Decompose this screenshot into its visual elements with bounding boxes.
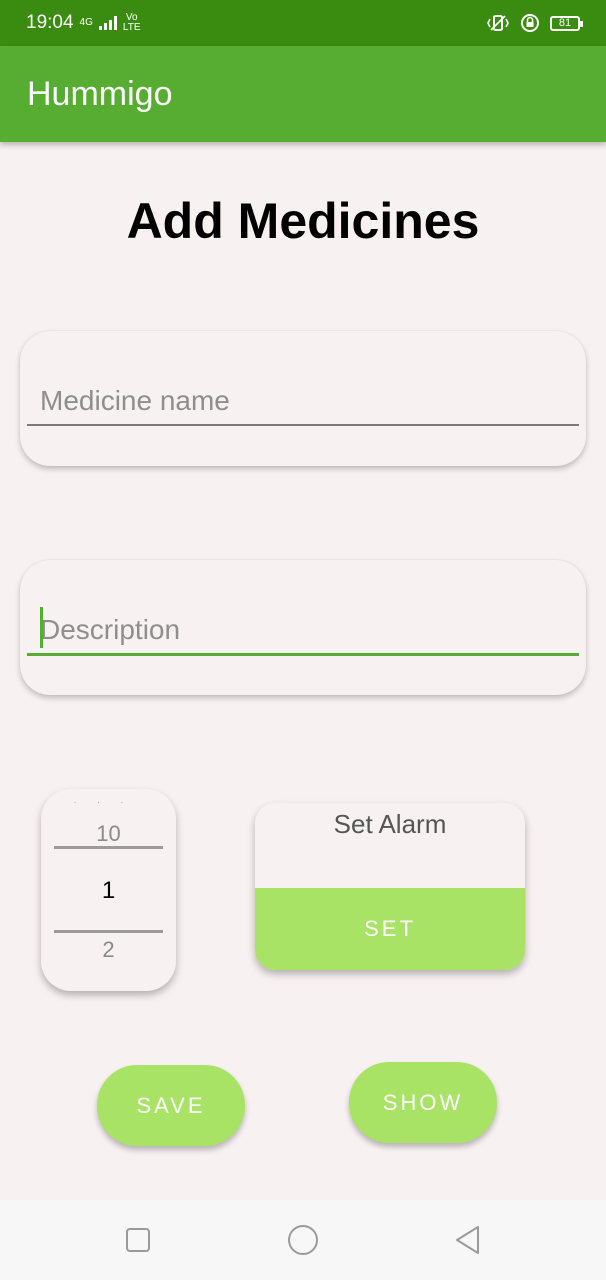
text-cursor (40, 607, 43, 648)
page-title: Add Medicines (126, 193, 480, 249)
description-input[interactable] (27, 606, 579, 654)
picker-divider-bottom (54, 930, 163, 933)
signal-icon (98, 16, 117, 30)
app-bar: Hummigo (0, 46, 606, 142)
triangle-back-icon[interactable] (454, 1224, 482, 1256)
set-alarm-label: Set Alarm (333, 809, 447, 839)
save-button[interactable]: SAVE (97, 1065, 245, 1146)
navigation-bar (0, 1200, 606, 1280)
vibrate-icon (487, 15, 509, 31)
volte-icon: Vo LTE (123, 13, 141, 33)
status-bar: 19:04 4G Vo LTE 81 (0, 0, 606, 46)
show-button[interactable]: SHOW (349, 1062, 497, 1143)
status-time: 19:04 (26, 12, 74, 33)
lock-rotation-icon (521, 14, 539, 32)
picker-next-value[interactable]: 2 (41, 937, 176, 963)
alarm-card: Set Alarm SET (255, 803, 525, 970)
picker-previous-value[interactable]: 10 (41, 821, 176, 847)
picker-divider-top (54, 846, 163, 849)
medicine-name-input[interactable] (27, 377, 579, 425)
circle-icon[interactable] (286, 1224, 320, 1256)
medicine-name-underline (27, 424, 579, 426)
battery-icon: 81 (550, 15, 583, 31)
picker-current-value[interactable]: 1 (41, 877, 176, 905)
volte-bottom-label: LTE (122, 22, 141, 33)
picker-overflow-indicator: ··· (73, 797, 144, 808)
square-icon[interactable] (125, 1224, 151, 1256)
app-title: Hummigo (27, 74, 173, 113)
set-alarm-button[interactable]: SET (255, 888, 525, 970)
description-card (20, 560, 586, 695)
network-type-label: 4G (79, 17, 93, 28)
medicine-name-card (20, 331, 586, 466)
description-underline (27, 653, 579, 656)
battery-level: 81 (558, 17, 572, 29)
number-picker[interactable]: ··· 10 1 2 (41, 789, 176, 991)
status-left: 19:04 4G Vo LTE (26, 12, 141, 34)
status-right: 81 (486, 13, 583, 33)
